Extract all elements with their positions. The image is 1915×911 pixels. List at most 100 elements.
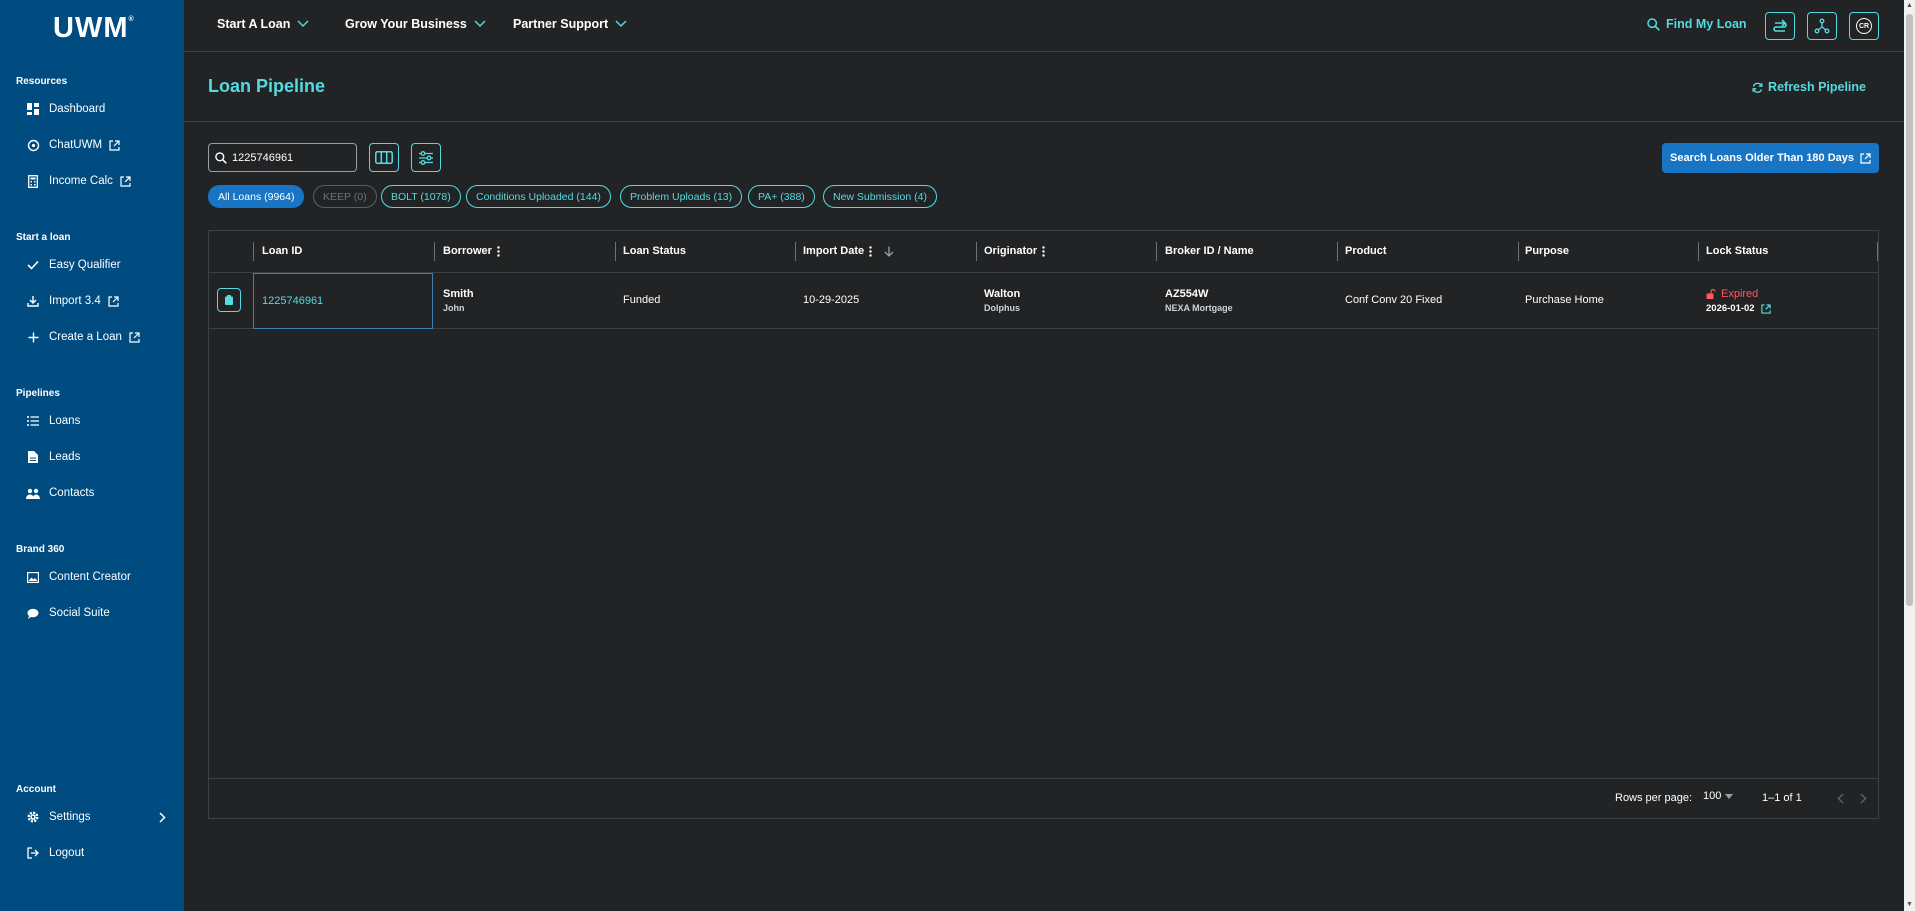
- sidebar-item-create-a-loan[interactable]: Create a Loan: [26, 326, 166, 348]
- sidebar-item-import[interactable]: Import 3.4: [26, 290, 166, 312]
- uwm-logo[interactable]: UWM®: [53, 12, 135, 45]
- sidebar-item-easy-qualifier[interactable]: Easy Qualifier: [26, 254, 166, 276]
- unlock-icon: [1706, 289, 1716, 299]
- sidebar-item-leads[interactable]: Leads: [26, 446, 166, 468]
- column-header-lock-status[interactable]: Lock Status: [1706, 245, 1768, 257]
- scroll-down-arrow[interactable]: ▼: [1906, 901, 1913, 909]
- refresh-icon: [1752, 82, 1763, 93]
- rows-per-page-select[interactable]: 100: [1703, 790, 1734, 802]
- nav-partner-support[interactable]: Partner Support: [513, 17, 627, 31]
- sort-descending-icon[interactable]: [884, 246, 894, 257]
- table-row[interactable]: 1225746961 Smith John Funded 10-29-2025 …: [209, 273, 1878, 329]
- loan-id-link[interactable]: 1225746961: [262, 295, 323, 307]
- chip-new-submission[interactable]: New Submission (4): [823, 185, 937, 208]
- chat-icon: [26, 138, 40, 152]
- column-header-loan-id[interactable]: Loan ID: [262, 245, 302, 257]
- borrower-cell: Smith John: [443, 288, 474, 313]
- sidebar-item-label: Settings: [49, 811, 91, 823]
- external-link-icon: [108, 295, 119, 307]
- sliders-icon: [419, 150, 433, 165]
- more-vertical-icon[interactable]: [497, 245, 500, 257]
- lock-status-label: Expired: [1721, 288, 1759, 300]
- refresh-pipeline-label: Refresh Pipeline: [1768, 80, 1866, 94]
- sidebar-item-logout[interactable]: Logout: [26, 842, 166, 864]
- chevron-down-icon: [615, 20, 627, 28]
- chip-all-loans[interactable]: All Loans (9964): [208, 185, 305, 208]
- scroll-up-arrow[interactable]: ▲: [1906, 2, 1913, 10]
- more-vertical-icon[interactable]: [1042, 245, 1045, 257]
- external-link-icon[interactable]: [1760, 303, 1771, 314]
- more-vertical-icon[interactable]: [869, 245, 872, 257]
- column-label: Borrower: [443, 245, 492, 257]
- top-navigation: Start A Loan Grow Your Business Partner …: [184, 0, 1904, 52]
- column-header-broker[interactable]: Broker ID / Name: [1165, 245, 1254, 257]
- page-scrollbar[interactable]: ▲ ▼: [1904, 0, 1915, 911]
- search-icon: [1647, 17, 1660, 31]
- sidebar-item-content-creator[interactable]: Content Creator: [26, 566, 166, 588]
- loan-search-input[interactable]: [232, 151, 342, 164]
- broker-id: AZ554W: [1165, 288, 1209, 300]
- network-icon: [1814, 18, 1830, 34]
- column-separator: [253, 242, 254, 261]
- nav-start-a-loan[interactable]: Start A Loan: [217, 17, 309, 31]
- sidebar-item-settings[interactable]: Settings: [26, 806, 166, 828]
- column-label: Product: [1345, 245, 1387, 257]
- column-label: Import Date: [803, 245, 865, 257]
- page-title: Loan Pipeline: [208, 76, 326, 96]
- column-header-purpose[interactable]: Purpose: [1525, 245, 1569, 257]
- clipboard-icon: [225, 295, 233, 305]
- sidebar-item-loans[interactable]: Loans: [26, 410, 166, 432]
- sidebar-section-account: Account: [16, 784, 56, 795]
- find-my-loan-link[interactable]: Find My Loan: [1647, 17, 1747, 31]
- scroll-thumb[interactable]: [1906, 14, 1913, 606]
- search-older-loans-button[interactable]: Search Loans Older Than 180 Days: [1662, 143, 1879, 173]
- import-date-cell: 10-29-2025: [803, 294, 860, 306]
- find-my-loan-label: Find My Loan: [1666, 17, 1747, 31]
- chip-pa-plus[interactable]: PA+ (388): [748, 185, 815, 208]
- column-label: Purpose: [1525, 245, 1570, 257]
- column-separator: [1877, 242, 1878, 261]
- next-page-button[interactable]: [1854, 789, 1872, 807]
- sidebar-item-dashboard[interactable]: Dashboard: [26, 98, 166, 120]
- row-action-button[interactable]: [217, 288, 241, 312]
- column-header-originator[interactable]: Originator: [984, 245, 1045, 257]
- sidebar-item-chatuwm[interactable]: ChatUWM: [26, 134, 166, 156]
- previous-page-button[interactable]: [1831, 789, 1849, 807]
- chip-keep[interactable]: KEEP (0): [313, 185, 377, 208]
- sidebar-item-label: Import 3.4: [49, 295, 101, 307]
- sidebar-item-social-suite[interactable]: Social Suite: [26, 602, 166, 624]
- image-icon: [26, 570, 40, 584]
- calculator-icon: [26, 174, 40, 188]
- avatar: CR: [1856, 18, 1872, 34]
- column-separator: [615, 242, 616, 261]
- sidebar-section-pipelines: Pipelines: [16, 388, 60, 399]
- column-header-borrower[interactable]: Borrower: [443, 245, 500, 257]
- column-label: Loan Status: [623, 245, 686, 257]
- chip-conditions-uploaded[interactable]: Conditions Uploaded (144): [466, 185, 611, 208]
- switch-button[interactable]: [1765, 12, 1795, 40]
- column-header-import-date[interactable]: Import Date: [803, 245, 894, 257]
- sidebar-item-income-calc[interactable]: Income Calc: [26, 170, 166, 192]
- originator-first-name: Dolphus: [984, 303, 1020, 313]
- sidebar-item-label: Contacts: [49, 487, 95, 499]
- chip-problem-uploads[interactable]: Problem Uploads (13): [620, 185, 743, 208]
- refresh-pipeline-button[interactable]: Refresh Pipeline: [1752, 80, 1866, 94]
- column-label: Lock Status: [1706, 245, 1769, 257]
- loan-search-box[interactable]: [208, 143, 357, 172]
- sidebar-item-label: Logout: [49, 847, 85, 859]
- column-header-loan-status[interactable]: Loan Status: [623, 245, 686, 257]
- chevron-down-icon: [297, 20, 309, 28]
- plus-icon: [26, 330, 40, 344]
- chip-bolt[interactable]: BOLT (1078): [381, 185, 461, 208]
- external-link-icon: [129, 331, 140, 343]
- filter-settings-button[interactable]: [411, 143, 441, 172]
- dashboard-icon: [26, 102, 40, 116]
- profile-button[interactable]: CR: [1849, 12, 1879, 40]
- sidebar-section-start-a-loan: Start a loan: [16, 232, 71, 243]
- columns-button[interactable]: [369, 143, 399, 172]
- nav-grow-your-business[interactable]: Grow Your Business: [345, 17, 486, 31]
- column-header-product[interactable]: Product: [1345, 245, 1387, 257]
- sidebar-item-contacts[interactable]: Contacts: [26, 482, 166, 504]
- sidebar-item-label: Social Suite: [49, 607, 110, 619]
- network-button[interactable]: [1807, 12, 1837, 40]
